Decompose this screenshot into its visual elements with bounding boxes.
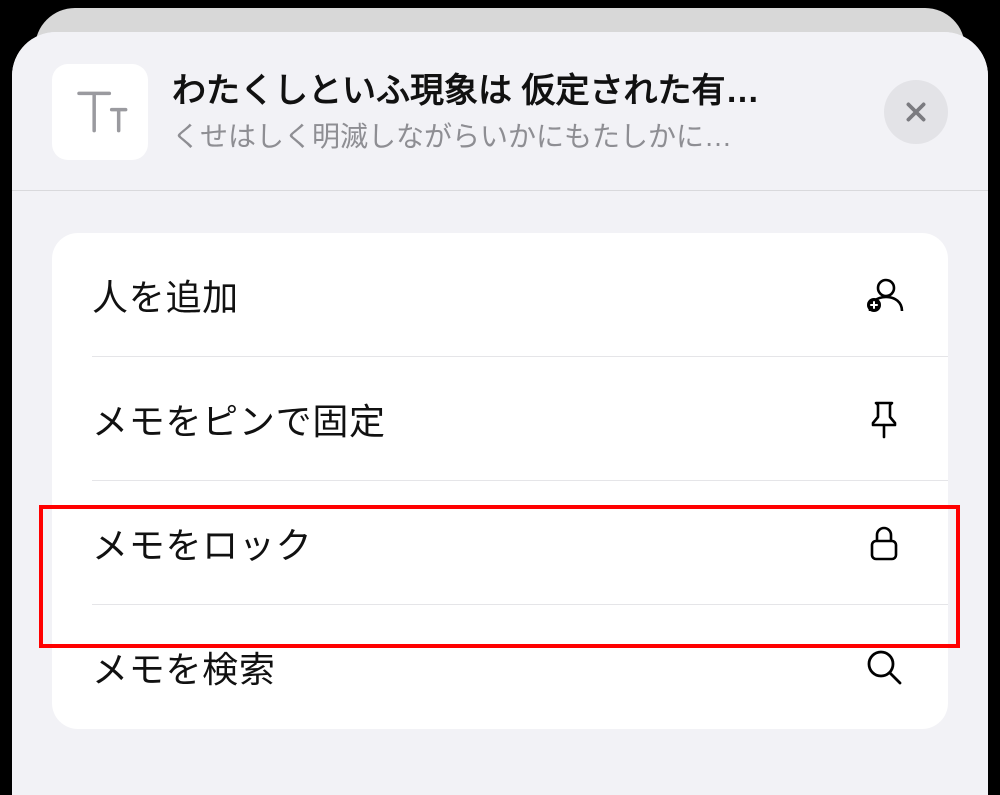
menu-label: メモをピンで固定 <box>92 393 386 445</box>
text-icon <box>72 84 128 140</box>
menu-item-add-person[interactable]: 人を追加 <box>52 233 948 357</box>
search-icon <box>860 643 908 691</box>
menu-item-pin-note[interactable]: メモをピンで固定 <box>52 357 948 481</box>
menu-label: メモをロック <box>92 517 312 569</box>
menu-label: メモを検索 <box>92 641 276 693</box>
pin-icon <box>860 395 908 443</box>
note-title: わたくしといふ現象は 仮定された有… <box>172 69 864 113</box>
note-thumbnail <box>52 64 148 160</box>
close-icon <box>903 99 929 125</box>
menu-item-lock-note[interactable]: メモをロック <box>52 481 948 605</box>
note-subtitle: くせはしく明滅しながらいかにもたしかに… <box>172 115 864 155</box>
close-button[interactable] <box>884 80 948 144</box>
sheet-header: わたくしといふ現象は 仮定された有… くせはしく明滅しながらいかにもたしかに… <box>12 32 988 191</box>
person-add-icon <box>860 271 908 319</box>
action-sheet: わたくしといふ現象は 仮定された有… くせはしく明滅しながらいかにもたしかに… … <box>12 32 988 795</box>
header-text: わたくしといふ現象は 仮定された有… くせはしく明滅しながらいかにもたしかに… <box>172 69 864 155</box>
menu-label: 人を追加 <box>92 269 239 321</box>
menu-group: 人を追加 メモをピンで固定 メモをロック <box>52 233 948 729</box>
lock-icon <box>860 519 908 567</box>
menu-item-search-note[interactable]: メモを検索 <box>52 605 948 729</box>
